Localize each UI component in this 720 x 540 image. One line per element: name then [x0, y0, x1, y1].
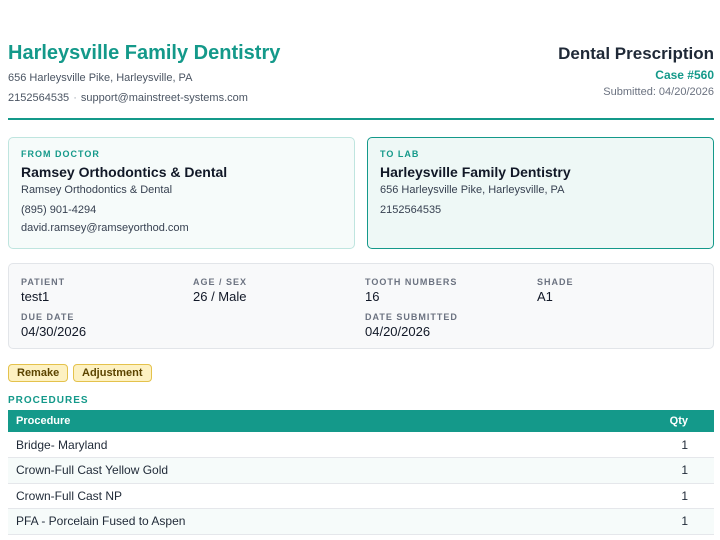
age-sex-label: AGE / SEX [193, 277, 248, 287]
procedure-name: PFA - Porcelain Fused to Aspen [8, 508, 559, 535]
age-sex-value: 26 / Male [193, 289, 247, 304]
case-number: Case #560 [655, 68, 714, 82]
shade-label: SHADE [537, 277, 574, 287]
lab-address: 656 Harleysville Pike, Harleysville, PA [380, 184, 565, 196]
patient-value: test1 [21, 289, 50, 304]
tooth-numbers-value: 16 [365, 289, 380, 304]
document-title: Dental Prescription [558, 44, 714, 63]
table-row: PFA - Porcelain Fused to Aspen 1 [8, 508, 714, 535]
from-doctor-card: FROM DOCTOR Ramsey Orthodontics & Dental… [8, 137, 355, 249]
case-details-panel: PATIENT test1 AGE / SEX 26 / Male TOOTH … [8, 263, 714, 349]
practice-phone: 2152564535 [8, 92, 70, 104]
practice-contact: 2152564535 · support@mainstreet-systems.co… [8, 92, 248, 104]
practice-email: support@mainstreet-systems.com [80, 92, 248, 104]
doctor-phone: (895) 901-4294 [21, 204, 97, 216]
practice-address: 656 Harleysville Pike, Harleysville, PA [8, 72, 193, 84]
from-doctor-label: FROM DOCTOR [21, 149, 100, 159]
patient-label: PATIENT [21, 277, 66, 287]
remake-tag: Remake [8, 364, 69, 382]
date-submitted-label: DATE SUBMITTED [365, 312, 458, 322]
tooth-numbers-label: TOOTH NUMBERS [365, 277, 458, 287]
practice-name: Harleysville Family Dentistry [8, 42, 281, 64]
table-header-row: Procedure Qty [8, 410, 714, 432]
lab-phone: 2152564535 [380, 204, 442, 216]
procedure-qty: 1 [558, 457, 714, 484]
lab-name: Harleysville Family Dentistry [380, 164, 571, 180]
procedures-table: Procedure Qty Bridge- Maryland 1 Crown-F… [8, 410, 714, 535]
procedure-column-header: Procedure [8, 410, 559, 432]
due-date-value: 04/30/2026 [21, 324, 87, 339]
doctor-practice: Ramsey Orthodontics & Dental [21, 184, 173, 196]
due-date-label: DUE DATE [21, 312, 75, 322]
table-row: Crown-Full Cast Yellow Gold 1 [8, 457, 714, 484]
procedure-name: Crown-Full Cast NP [8, 483, 559, 509]
procedure-name: Crown-Full Cast Yellow Gold [8, 457, 559, 484]
to-lab-label: TO LAB [380, 149, 420, 159]
doctor-name: Ramsey Orthodontics & Dental [21, 164, 228, 180]
doctor-email: david.ramsey@ramseyorthod.com [21, 222, 189, 234]
procedure-qty: 1 [558, 432, 714, 458]
contact-separator: · [73, 92, 77, 104]
procedures-heading: PROCEDURES [8, 395, 89, 406]
table-row: Bridge- Maryland 1 [8, 432, 714, 458]
procedure-qty: 1 [558, 508, 714, 535]
procedure-qty: 1 [558, 483, 714, 509]
shade-value: A1 [537, 289, 553, 304]
date-submitted-value: 04/20/2026 [365, 324, 431, 339]
table-row: Crown-Full Cast NP 1 [8, 483, 714, 509]
document-header: Harleysville Family Dentistry 656 Harley… [8, 40, 714, 120]
qty-column-header: Qty [558, 410, 714, 432]
submitted-date-line: Submitted: 04/20/2026 [603, 86, 714, 98]
adjustment-tag: Adjustment [73, 364, 152, 382]
procedure-name: Bridge- Maryland [8, 432, 559, 458]
to-lab-card: TO LAB Harleysville Family Dentistry 656… [367, 137, 714, 249]
